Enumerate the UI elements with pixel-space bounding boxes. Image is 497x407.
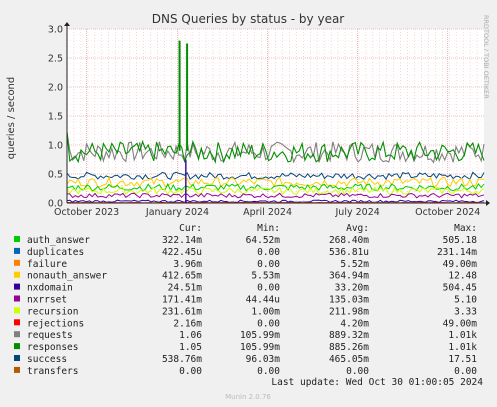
legend-value-avg: 268.40m: [329, 235, 369, 246]
y-tick-label: 1.5: [48, 112, 63, 123]
plot-area: 0.00.51.01.52.02.53.0October 2023 January…: [48, 22, 490, 218]
legend-value-max: 3.33: [454, 306, 477, 317]
legend-series-name: nxrrset: [27, 295, 67, 306]
legend-value-avg: 465.05m: [329, 354, 369, 365]
legend-value-cur: 422.45u: [162, 247, 202, 258]
x-tick-label: October 2024: [415, 207, 480, 218]
legend-value-max: 49.00m: [443, 318, 478, 329]
legend-series-name: requests: [27, 330, 73, 341]
legend-series-name: auth_answer: [27, 235, 90, 246]
legend-value-cur: 1.05: [179, 342, 202, 353]
legend-series-name: failure: [27, 259, 67, 270]
legend-value-max: 505.18: [443, 235, 478, 246]
legend-value-min: 105.99m: [240, 330, 280, 341]
legend-value-avg: 4.20m: [340, 318, 369, 329]
legend-swatch: [14, 307, 20, 314]
legend-value-min: 0.00: [257, 318, 280, 329]
legend-swatch: [14, 271, 20, 278]
legend-swatch: [14, 343, 20, 350]
x-tick-label: October 2023: [54, 207, 119, 218]
chart-canvas: DNS Queries by status - by year queries …: [6, 12, 490, 401]
legend-value-max: 1.01k: [448, 330, 477, 341]
legend-swatch: [14, 247, 20, 254]
legend-value-avg: 135.03m: [329, 295, 369, 306]
y-axis-arrow: [64, 22, 70, 26]
legend-series-name: success: [27, 354, 67, 365]
legend-swatch: [14, 259, 20, 266]
last-update-text: Last update: Wed Oct 30 01:00:05 2024: [271, 377, 483, 388]
legend-series-name: rejections: [27, 318, 84, 329]
legend-series-name: transfers: [27, 366, 78, 377]
legend-value-avg: 885.26m: [329, 342, 369, 353]
munin-version: Munin 2.0.76: [225, 393, 271, 401]
legend-value-max: 504.45: [443, 283, 477, 294]
legend-series-name: nxdomain: [27, 283, 73, 294]
x-axis-arrow: [486, 200, 490, 206]
legend-value-max: 5.10: [454, 295, 477, 306]
x-tick-label: July 2024: [335, 207, 380, 218]
legend-value-min: 5.53m: [251, 271, 280, 282]
x-tick-label: January 2024: [145, 207, 209, 218]
legend-value-max: 49.00m: [443, 259, 478, 270]
legend-value-cur: 171.41m: [162, 295, 202, 306]
legend-swatch: [14, 319, 20, 326]
y-axis-label: queries / second: [6, 77, 17, 159]
y-tick-label: 2.5: [48, 54, 63, 65]
legend-swatch: [14, 295, 20, 302]
legend-value-cur: 231.61m: [162, 306, 202, 317]
legend-swatch: [14, 283, 20, 290]
legend-swatch: [14, 236, 20, 242]
legend-value-avg: 33.20m: [335, 283, 370, 294]
legend-value-avg: 536.81u: [329, 247, 369, 258]
x-tick-label: April 2024: [243, 207, 292, 218]
y-tick-label: 3.0: [48, 25, 63, 36]
legend-series-name: duplicates: [27, 247, 84, 258]
legend-value-cur: 1.06: [179, 330, 202, 341]
y-tick-label: 2.0: [48, 83, 63, 94]
legend-header-min: Min:: [257, 223, 280, 234]
legend-value-avg: 889.32m: [329, 330, 369, 341]
y-tick-label: 0.5: [48, 170, 63, 181]
legend-value-max: 1.01k: [448, 342, 477, 353]
legend-swatch: [14, 331, 20, 338]
legend-header-avg: Avg:: [346, 223, 369, 234]
y-tick-label: 1.0: [48, 141, 63, 152]
legend-value-min: 0.00: [257, 259, 280, 270]
legend-value-min: 96.03m: [246, 354, 281, 365]
legend-value-max: 17.51: [448, 354, 477, 365]
legend-series-name: responses: [27, 342, 78, 353]
legend-value-avg: 364.94m: [329, 271, 369, 282]
legend-value-cur: 2.16m: [173, 318, 202, 329]
legend-value-avg: 0.00: [346, 366, 369, 377]
legend-swatch: [14, 355, 20, 361]
legend-swatch: [14, 366, 20, 373]
legend-value-min: 105.99m: [240, 342, 280, 353]
chart-title: DNS Queries by status - by year: [152, 12, 345, 26]
legend-value-min: 0.00: [257, 366, 280, 377]
legend-value-min: 64.52m: [246, 235, 281, 246]
legend-value-avg: 211.98m: [329, 306, 369, 317]
legend-value-cur: 322.14m: [162, 235, 202, 246]
legend-value-min: 1.00m: [251, 306, 280, 317]
legend-value-max: 0.00: [454, 366, 477, 377]
legend-series-name: recursion: [27, 306, 78, 317]
chart-stage: DNS Queries by status - by year queries …: [0, 0, 497, 407]
legend-value-cur: 24.51m: [168, 283, 203, 294]
legend-value-cur: 3.96m: [173, 259, 202, 270]
legend-value-min: 0.00: [257, 247, 280, 258]
legend-value-max: 231.14m: [437, 247, 477, 258]
legend-series-name: nonauth_answer: [27, 271, 107, 282]
legend-value-cur: 0.00: [179, 366, 202, 377]
legend-value-cur: 412.65m: [162, 271, 202, 282]
legend-value-min: 44.44u: [246, 295, 280, 306]
legend-value-min: 0.00: [257, 283, 280, 294]
legend-value-max: 12.48: [448, 271, 477, 282]
legend: Cur: Min: Avg: Max: auth_answer 322.14m 64.52m…: [14, 223, 477, 377]
legend-value-avg: 5.52m: [340, 259, 369, 270]
legend-header-max: Max:: [454, 223, 477, 234]
legend-value-cur: 538.76m: [162, 354, 202, 365]
legend-header-cur: Cur:: [179, 223, 202, 234]
